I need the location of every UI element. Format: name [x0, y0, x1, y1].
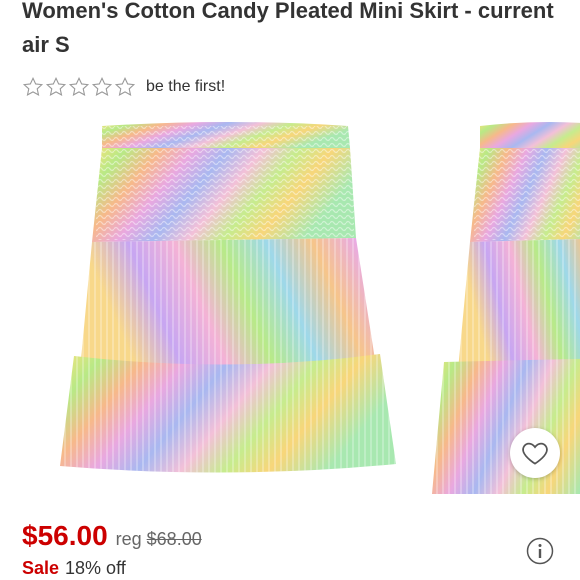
star-icon [45, 76, 67, 98]
info-icon [526, 537, 554, 565]
reg-label: reg [115, 529, 142, 549]
star-icon [22, 76, 44, 98]
discount-text: 18% off [65, 558, 126, 578]
sale-row: Sale 18% off [22, 558, 126, 579]
price-info-button[interactable] [526, 537, 554, 565]
favorite-button[interactable] [510, 428, 560, 478]
rating-row[interactable]: be the first! [22, 76, 225, 98]
rating-cta[interactable]: be the first! [146, 78, 225, 96]
current-price: $56.00 [22, 520, 108, 551]
sale-label: Sale [22, 558, 60, 578]
star-icon [68, 76, 90, 98]
star-icon [114, 76, 136, 98]
heart-outline-icon [522, 442, 548, 465]
star-icon [91, 76, 113, 98]
rating-stars[interactable] [22, 76, 136, 98]
regular-price: $68.00 [146, 529, 202, 549]
product-image[interactable] [50, 118, 410, 498]
product-title: Women's Cotton Candy Pleated Mini Skirt … [22, 0, 554, 57]
image-carousel[interactable] [0, 118, 580, 498]
price-row: $56.00 reg $68.00 [22, 520, 202, 552]
